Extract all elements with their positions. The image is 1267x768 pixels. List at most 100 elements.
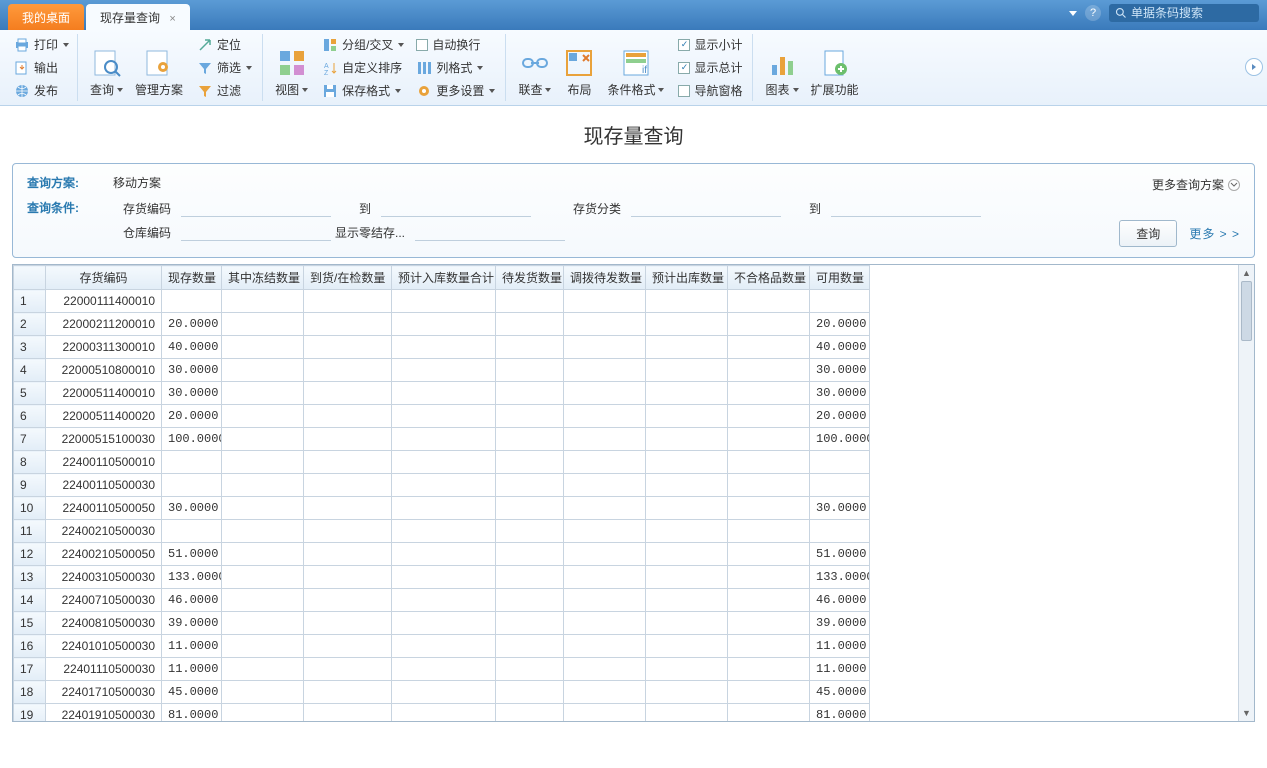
plan-value[interactable]: 移动方案 [113,174,161,191]
cell-planned-out [646,520,728,543]
filter-button[interactable]: 筛选 [193,57,256,78]
cell-reject [728,520,810,543]
header-to-ship[interactable]: 待发货数量 [496,266,564,290]
save-format-button[interactable]: 保存格式 [318,80,408,101]
table-row[interactable]: 122240021050005051.000051.0000 [14,543,870,566]
barcode-search[interactable] [1109,4,1259,22]
header-transfer[interactable]: 调拨待发数量 [564,266,646,290]
locate-button[interactable]: 定位 [193,34,256,55]
cell-reject [728,681,810,704]
stock-code-from-input[interactable] [181,199,331,217]
show-zero-input[interactable] [415,223,565,241]
table-row[interactable]: 182240171050003045.000045.0000 [14,681,870,704]
dropdown-icon [302,88,308,92]
mgmt-plan-button[interactable]: 管理方案 [129,34,189,100]
scroll-track[interactable] [1239,281,1254,705]
more-link[interactable]: 更多 > > [1189,225,1240,242]
export-button[interactable]: 输出 [10,57,73,78]
table-row[interactable]: 52200051140001030.000030.0000 [14,382,870,405]
header-avail[interactable]: 可用数量 [810,266,870,290]
table-row[interactable]: 1322400310500030133.0000133.0000 [14,566,870,589]
header-code[interactable]: 存货编码 [46,266,162,290]
more-plans-link[interactable]: 更多查询方案 [1152,176,1240,193]
table-row[interactable]: 922400110500030 [14,474,870,497]
filter2-button[interactable]: 过滤 [193,80,256,101]
cell-reject [728,543,810,566]
header-planned-in[interactable]: 预计入库数量合计 [392,266,496,290]
more-settings-label: 更多设置 [436,82,484,99]
barcode-search-input[interactable] [1131,6,1251,20]
scroll-thumb[interactable] [1241,281,1252,341]
header-qty[interactable]: 现存数量 [162,266,222,290]
cell-avail: 51.0000 [810,543,870,566]
close-icon[interactable]: × [169,13,175,25]
table-row[interactable]: 142240071050003046.000046.0000 [14,589,870,612]
tab-current[interactable]: 现存量查询 × [86,4,190,30]
tab-desktop[interactable]: 我的桌面 [8,4,84,30]
view-button[interactable]: 视图 [269,34,314,100]
header-reject[interactable]: 不合格品数量 [728,266,810,290]
table-row[interactable]: 152240081050003039.000039.0000 [14,612,870,635]
table-row[interactable]: 122000111400010 [14,290,870,313]
group-button[interactable]: 分组/交叉 [318,34,408,55]
scroll-up-icon[interactable]: ▲ [1239,265,1254,281]
cell-frozen [222,681,304,704]
cell-code: 22400710500030 [46,589,162,612]
scroll-down-icon[interactable]: ▼ [1239,705,1254,721]
cell-transfer [564,704,646,722]
svg-text:A: A [324,63,329,70]
header-planned-out[interactable]: 预计出库数量 [646,266,728,290]
stock-category-to-input[interactable] [831,199,981,217]
dropdown-icon [63,43,69,47]
custom-sort-button[interactable]: AZ 自定义排序 [318,57,408,78]
checkbox-icon [678,85,690,97]
nav-pane-check[interactable]: 导航窗格 [674,80,746,101]
relate-button[interactable]: 联查 [512,34,557,100]
warehouse-code-input[interactable] [181,223,331,241]
table-row[interactable]: 22200021120001020.000020.0000 [14,313,870,336]
row-index: 7 [14,428,46,451]
table-row[interactable]: 722000515100030100.0000100.0000 [14,428,870,451]
cell-planned-out [646,612,728,635]
col-format-button[interactable]: 列格式 [412,57,499,78]
query-button[interactable]: 查询 [1119,220,1177,247]
show-subtotal-label: 显示小计 [694,36,742,53]
print-button[interactable]: 打印 [10,34,73,55]
layout-button[interactable]: 布局 [557,34,601,100]
vertical-scrollbar[interactable]: ▲ ▼ [1238,265,1254,721]
show-subtotal-check[interactable]: ✓ 显示小计 [674,34,746,55]
table-row[interactable]: 102240011050005030.000030.0000 [14,497,870,520]
header-frozen[interactable]: 其中冻结数量 [222,266,304,290]
cell-planned-out [646,566,728,589]
ribbon-expand-icon[interactable] [1245,58,1263,76]
table-row[interactable]: 822400110500010 [14,451,870,474]
cond-format-button[interactable]: if 条件格式 [601,34,670,100]
header-arrival[interactable]: 到货/在检数量 [304,266,392,290]
table-row[interactable]: 1122400210500030 [14,520,870,543]
help-icon[interactable]: ? [1085,5,1101,21]
header-rownum[interactable] [14,266,46,290]
cell-planned-out [646,336,728,359]
stock-code-to-input[interactable] [381,199,531,217]
ext-func-button[interactable]: 扩展功能 [805,34,865,100]
table-row[interactable]: 192240191050003081.000081.0000 [14,704,870,722]
table-row[interactable]: 62200051140002020.000020.0000 [14,405,870,428]
stock-category-from-input[interactable] [631,199,781,217]
cell-code: 22401910500030 [46,704,162,722]
publish-button[interactable]: 发布 [10,80,73,101]
more-settings-button[interactable]: 更多设置 [412,80,499,101]
cell-qty: 39.0000 [162,612,222,635]
cell-frozen [222,428,304,451]
chart-button[interactable]: 图表 [759,34,804,100]
view-label: 视图 [275,81,299,98]
table-row[interactable]: 162240101050003011.000011.0000 [14,635,870,658]
table-row[interactable]: 32200031130001040.000040.0000 [14,336,870,359]
cell-arrival [304,681,392,704]
tab-menu-dropdown-icon[interactable] [1069,11,1077,16]
table-row[interactable]: 172240111050003011.000011.0000 [14,658,870,681]
show-total-check[interactable]: ✓ 显示总计 [674,57,746,78]
auto-wrap-check[interactable]: 自动换行 [412,34,499,55]
table-row[interactable]: 42200051080001030.000030.0000 [14,359,870,382]
cell-planned-in [392,497,496,520]
ribbon-query-button[interactable]: 查询 [84,34,129,100]
